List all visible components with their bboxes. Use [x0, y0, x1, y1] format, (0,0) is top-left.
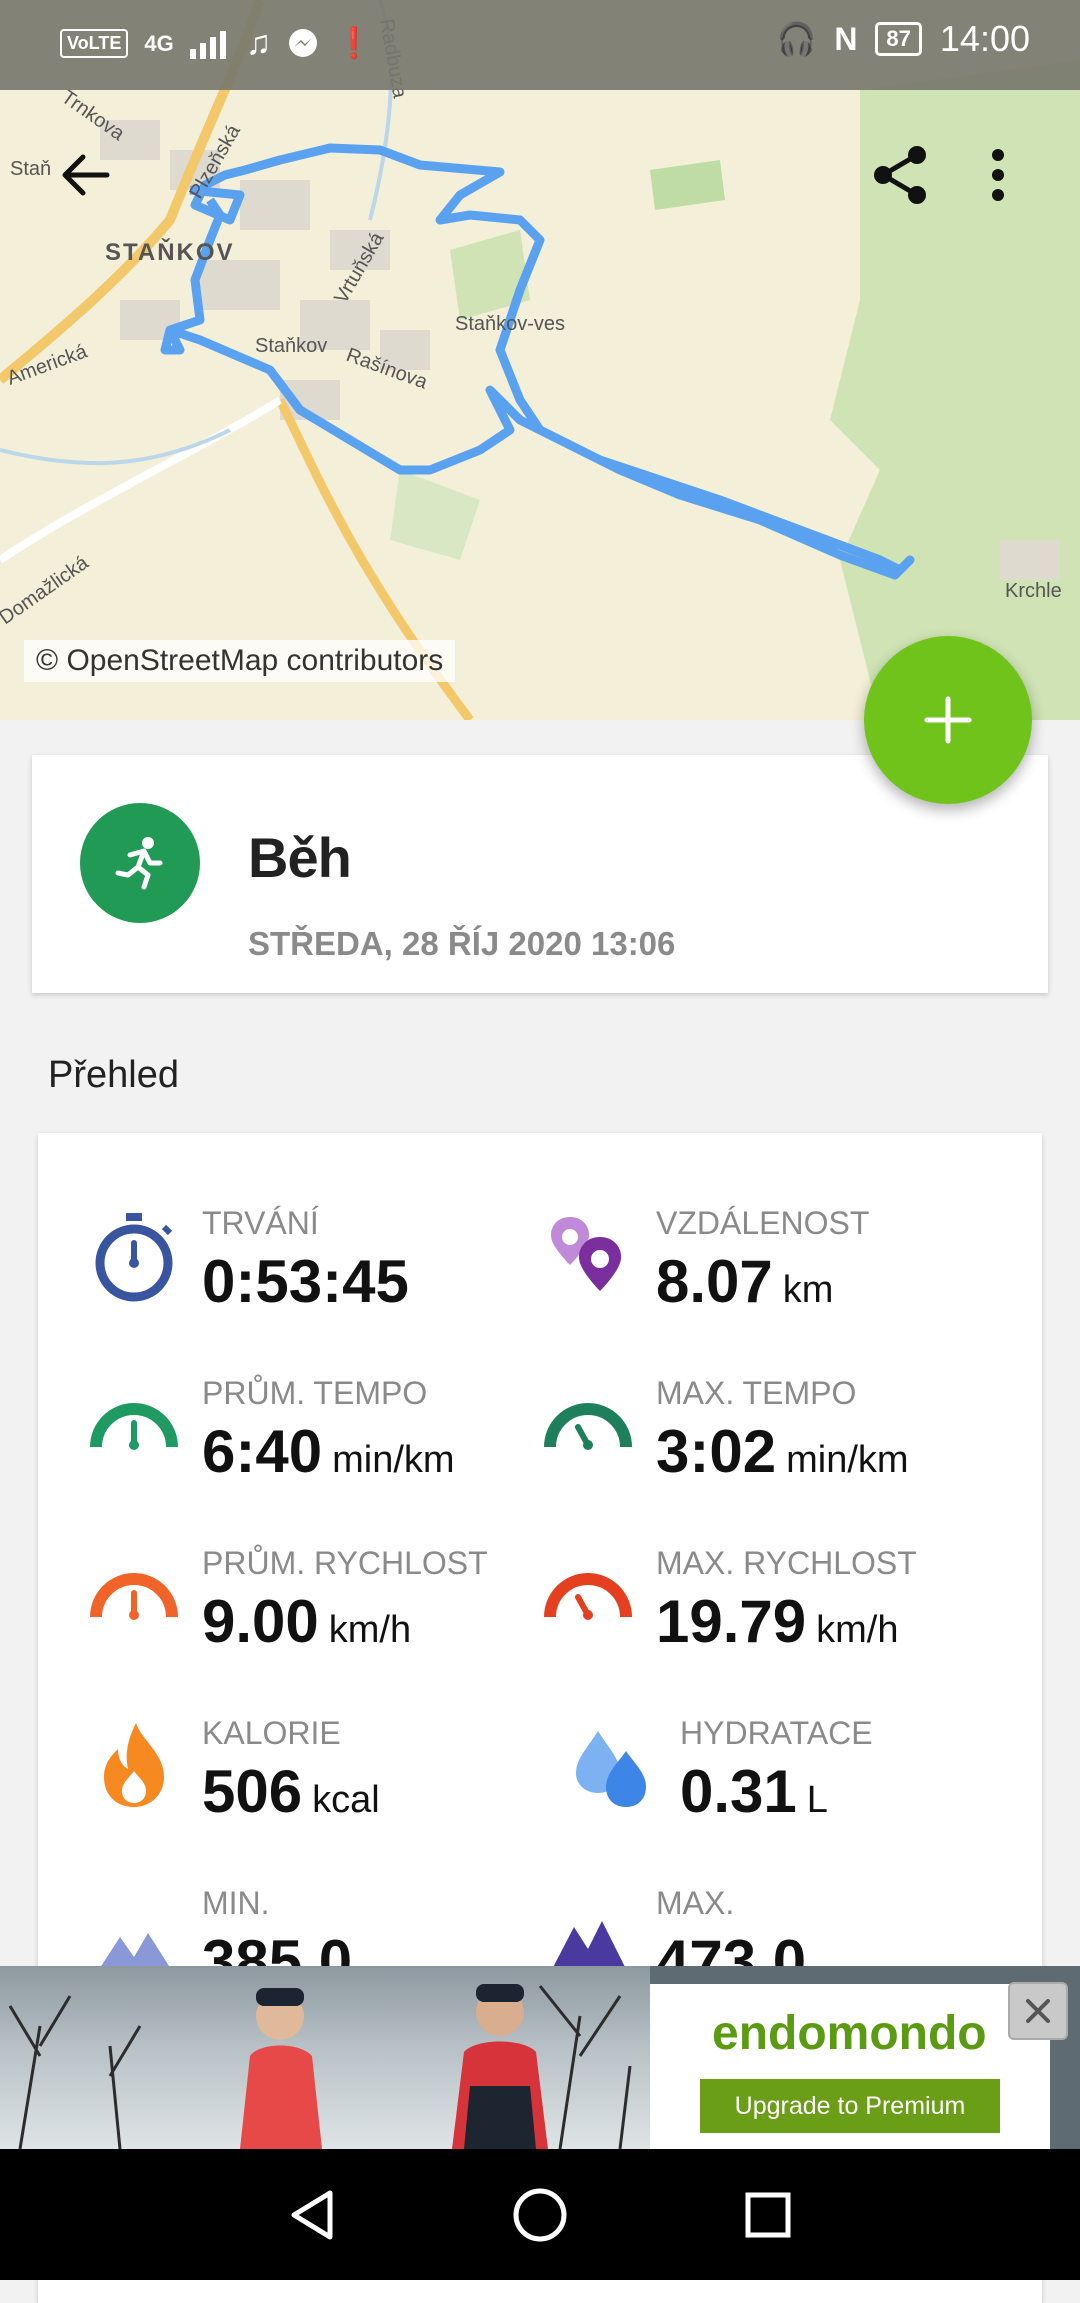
alert-icon: ❗ — [335, 27, 373, 60]
svg-text:STAŇKOV: STAŇKOV — [105, 238, 235, 266]
speed-gauge-icon — [84, 1545, 184, 1645]
stat-value: 0:53:45 — [202, 1248, 409, 1315]
close-icon — [1026, 1999, 1050, 2023]
stat-max-speed: MAX. RYCHLOST 19.79 km/h — [538, 1545, 1008, 1655]
status-bar: VoLTE 4G ♫ ❗ 🎧 N 87 14:00 — [0, 0, 1080, 90]
battery-indicator: 87 — [875, 22, 922, 56]
share-button[interactable] — [856, 130, 946, 220]
runners-illustration — [8, 1984, 632, 2149]
volte-badge: VoLTE — [60, 29, 129, 58]
signal-icon — [189, 30, 226, 59]
activity-type-badge — [80, 803, 200, 923]
clock: 14:00 — [939, 18, 1030, 59]
ad-panel: endomondo Upgrade to Premium — [650, 1984, 1050, 2149]
stat-label: MAX. TEMPO — [656, 1375, 857, 1411]
stat-avg-pace: PRŮM. TEMPO 6:40 min/km — [84, 1375, 534, 1485]
activity-header-card[interactable]: Běh STŘEDA, 28 ŘÍJ 2020 13:06 — [32, 755, 1048, 993]
square-recents-icon — [745, 2192, 791, 2238]
stopwatch-icon — [84, 1205, 184, 1305]
stat-max-pace: MAX. TEMPO 3:02 min/km — [538, 1375, 1008, 1485]
more-options-button[interactable] — [968, 130, 1028, 220]
stat-distance: VZDÁLENOST 8.07 km — [538, 1205, 1008, 1315]
map-canvas: Trnkova Staň STAŇKOV Plzeňská Americká S… — [0, 0, 1080, 720]
route-map[interactable]: Trnkova Staň STAŇKOV Plzeňská Americká S… — [0, 0, 1080, 720]
stat-value: 6:40 min/km — [202, 1418, 455, 1485]
pace-gauge-icon — [84, 1375, 184, 1475]
stat-hydration: HYDRATACE 0.31 L — [562, 1715, 1012, 1825]
circle-home-icon — [513, 2188, 567, 2242]
max-speed-gauge-icon — [538, 1545, 638, 1645]
plus-icon — [924, 696, 972, 744]
water-drops-icon — [562, 1715, 662, 1815]
stat-calories: KALORIE 506 kcal — [84, 1715, 534, 1825]
stat-label: KALORIE — [202, 1715, 341, 1751]
share-icon — [874, 146, 926, 204]
map-attribution: © OpenStreetMap contributors — [24, 640, 456, 682]
stat-value: 506 kcal — [202, 1758, 380, 1825]
stat-label: MAX. — [656, 1885, 735, 1921]
stat-label: MAX. RYCHLOST — [656, 1545, 917, 1581]
svg-text:Staňkov-ves: Staňkov-ves — [455, 313, 565, 335]
messenger-icon — [289, 28, 318, 57]
stat-label: PRŮM. TEMPO — [202, 1375, 428, 1411]
ad-close-button[interactable] — [1008, 1982, 1068, 2040]
upgrade-premium-button[interactable]: Upgrade to Premium — [700, 2079, 1000, 2133]
nav-home-button[interactable] — [508, 2183, 572, 2247]
overview-heading: Přehled — [48, 1054, 179, 1096]
network-type: 4G — [144, 30, 174, 56]
stat-value: 19.79 km/h — [656, 1588, 899, 1655]
location-pins-icon — [538, 1205, 638, 1305]
ad-banner[interactable]: endomondo Upgrade to Premium — [0, 1966, 1080, 2149]
status-left: VoLTE 4G ♫ ❗ — [60, 24, 373, 63]
stat-value: 3:02 min/km — [656, 1418, 909, 1485]
stat-label: VZDÁLENOST — [656, 1205, 870, 1241]
ad-photo — [0, 1966, 650, 2149]
system-nav-bar — [0, 2149, 1080, 2280]
stat-label: TRVÁNÍ — [202, 1205, 319, 1241]
music-note-icon: ♫ — [245, 24, 272, 62]
nav-recents-button[interactable] — [736, 2183, 800, 2247]
nfc-icon: N — [834, 20, 858, 57]
flame-icon — [84, 1715, 184, 1815]
more-vertical-icon — [992, 149, 1004, 201]
stat-value: 9.00 km/h — [202, 1588, 412, 1655]
stat-label: PRŮM. RYCHLOST — [202, 1545, 488, 1581]
endomondo-logo: endomondo — [712, 2007, 987, 2060]
stat-duration: TRVÁNÍ 0:53:45 — [84, 1205, 534, 1315]
svg-text:Krchle: Krchle — [1005, 580, 1062, 602]
activity-date: STŘEDA, 28 ŘÍJ 2020 13:06 — [248, 925, 676, 962]
max-pace-gauge-icon — [538, 1375, 638, 1475]
stat-label: HYDRATACE — [680, 1715, 873, 1751]
stat-value: 8.07 km — [656, 1248, 834, 1315]
stat-value: 0.31 L — [680, 1758, 828, 1825]
headphones-icon: 🎧 — [776, 21, 817, 57]
running-person-icon — [115, 837, 163, 890]
back-button[interactable] — [40, 130, 130, 220]
activity-title: Běh — [248, 826, 352, 889]
status-right: 🎧 N 87 14:00 — [776, 18, 1030, 60]
arrow-left-icon — [62, 154, 110, 196]
add-fab-button[interactable] — [864, 636, 1032, 804]
nav-back-button[interactable] — [280, 2183, 344, 2247]
svg-text:Staňkov: Staňkov — [255, 335, 327, 357]
triangle-back-icon — [291, 2190, 333, 2240]
stat-avg-speed: PRŮM. RYCHLOST 9.00 km/h — [84, 1545, 534, 1655]
stat-label: MIN. — [202, 1885, 270, 1921]
